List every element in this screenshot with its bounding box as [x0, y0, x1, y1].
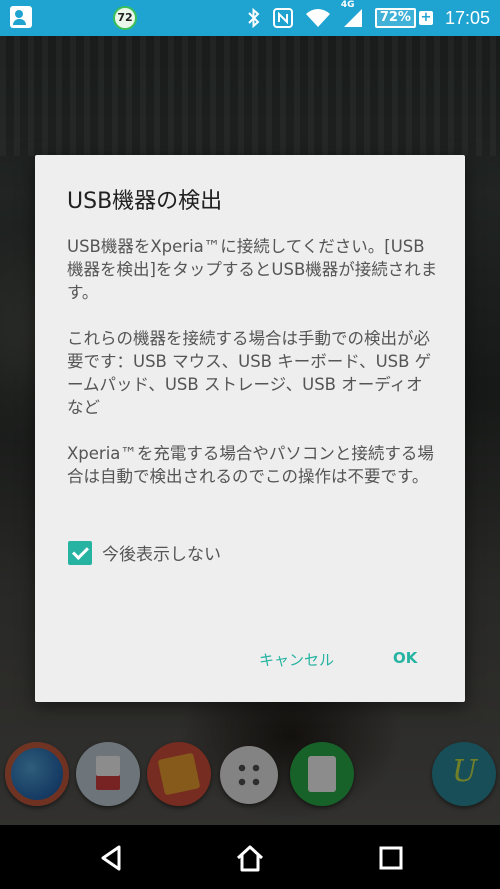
- back-icon[interactable]: [97, 843, 127, 873]
- bluetooth-icon: [247, 8, 261, 28]
- cancel-button[interactable]: キャンセル: [253, 645, 340, 674]
- nfc-icon: [272, 8, 293, 28]
- ok-button[interactable]: OK: [387, 645, 423, 671]
- battery-icon: 72% +: [374, 8, 433, 28]
- dialog-message: USB機器をXperia™に接続してください。[USB機器を検出]をタップすると…: [67, 235, 439, 511]
- status-bar: 72 4G 72% + 17:05: [0, 0, 500, 36]
- cell-signal-icon: 4G: [341, 0, 363, 28]
- dialog-title: USB機器の検出: [67, 189, 223, 214]
- dialog-paragraph: Xperia™を充電する場合やパソコンと接続する場合は自動で検出されるのでこの操…: [67, 444, 434, 486]
- dont-show-again-checkbox[interactable]: [68, 540, 92, 565]
- dont-show-again-label[interactable]: 今後表示しない: [102, 540, 221, 565]
- charging-icon: +: [418, 10, 433, 25]
- dont-show-again-row[interactable]: 今後表示しない: [68, 540, 221, 565]
- navigation-bar: [0, 825, 500, 889]
- wifi-icon: [305, 8, 331, 28]
- network-type-label: 4G: [340, 0, 355, 10]
- dialog-paragraph: これらの機器を接続する場合は手動での検出が必要です：USB マウス、USB キー…: [67, 329, 432, 417]
- battery-percent: 72%: [374, 8, 416, 28]
- dialog-paragraph: USB機器をXperia™に接続してください。[USB機器を検出]をタップすると…: [67, 237, 438, 302]
- clock: 17:05: [444, 7, 490, 28]
- contact-card-icon: [10, 6, 32, 28]
- notification-badge: 72: [113, 6, 137, 30]
- usb-detection-dialog: USB機器の検出 USB機器をXperia™に接続してください。[USB機器を検…: [35, 155, 465, 702]
- recent-apps-icon[interactable]: [376, 843, 406, 873]
- home-icon[interactable]: [235, 843, 265, 873]
